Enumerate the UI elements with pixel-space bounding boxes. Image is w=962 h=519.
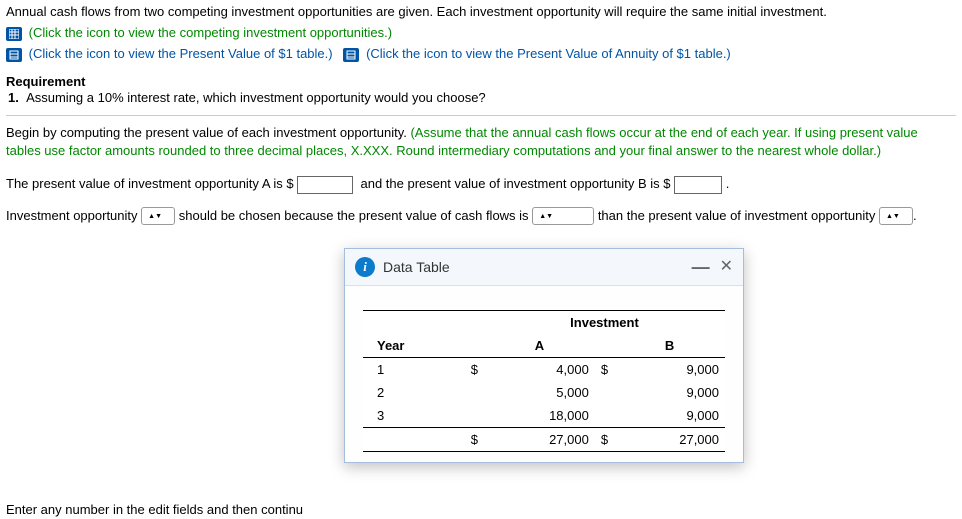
investment-table: Investment Year A B 1 $ 4,000 $ 9,000 2 … xyxy=(363,310,725,452)
pv-a-label: The present value of investment opportun… xyxy=(6,176,294,191)
dialog-title: Data Table xyxy=(383,259,450,275)
pv-b-label: and the present value of investment oppo… xyxy=(360,176,670,191)
choice-label-b: should be chosen because the present val… xyxy=(179,208,529,223)
table-row: 2 5,000 9,000 xyxy=(363,381,725,404)
data-table-dialog: i Data Table — ✕ Investment Year A B 1 $… xyxy=(344,248,744,463)
col-b: B xyxy=(614,334,725,358)
requirement-heading: Requirement xyxy=(6,74,956,89)
link-opportunities[interactable]: (Click the icon to view the competing in… xyxy=(29,25,392,40)
minimize-icon[interactable]: — xyxy=(692,262,710,272)
req-text: Assuming a 10% interest rate, which inve… xyxy=(26,90,486,105)
table-total-row: $ 27,000 $ 27,000 xyxy=(363,428,725,452)
pv-a-input[interactable] xyxy=(297,176,353,194)
chevron-updown-icon: ▲▼ xyxy=(148,214,162,219)
table-icon[interactable] xyxy=(6,27,22,41)
col-year: Year xyxy=(363,334,465,358)
req-num: 1. xyxy=(8,90,19,105)
intro-text: Annual cash flows from two competing inv… xyxy=(6,3,956,21)
close-icon[interactable]: ✕ xyxy=(720,262,733,272)
chevron-updown-icon: ▲▼ xyxy=(539,214,553,219)
table-icon[interactable] xyxy=(343,48,359,62)
table-row: 3 18,000 9,000 xyxy=(363,404,725,428)
table-row: 1 $ 4,000 $ 9,000 xyxy=(363,358,725,382)
period: . xyxy=(913,208,917,223)
link-pvannuity[interactable]: (Click the icon to view the Present Valu… xyxy=(366,46,731,61)
choice-label-c: than the present value of investment opp… xyxy=(598,208,876,223)
link-pv1[interactable]: (Click the icon to view the Present Valu… xyxy=(29,46,333,61)
opportunity-other-select[interactable]: ▲▼ xyxy=(879,207,913,225)
col-group-investment: Investment xyxy=(484,311,725,335)
col-a: A xyxy=(484,334,595,358)
footer-hint: Enter any number in the edit fields and … xyxy=(6,502,303,517)
choice-label-a: Investment opportunity xyxy=(6,208,138,223)
period: . xyxy=(726,176,730,191)
chevron-updown-icon: ▲▼ xyxy=(886,214,900,219)
pv-b-input[interactable] xyxy=(674,176,722,194)
info-icon: i xyxy=(355,257,375,277)
table-icon[interactable] xyxy=(6,48,22,62)
comparison-select[interactable]: ▲▼ xyxy=(532,207,594,225)
instruction-lead: Begin by computing the present value of … xyxy=(6,125,410,140)
opportunity-select[interactable]: ▲▼ xyxy=(141,207,175,225)
